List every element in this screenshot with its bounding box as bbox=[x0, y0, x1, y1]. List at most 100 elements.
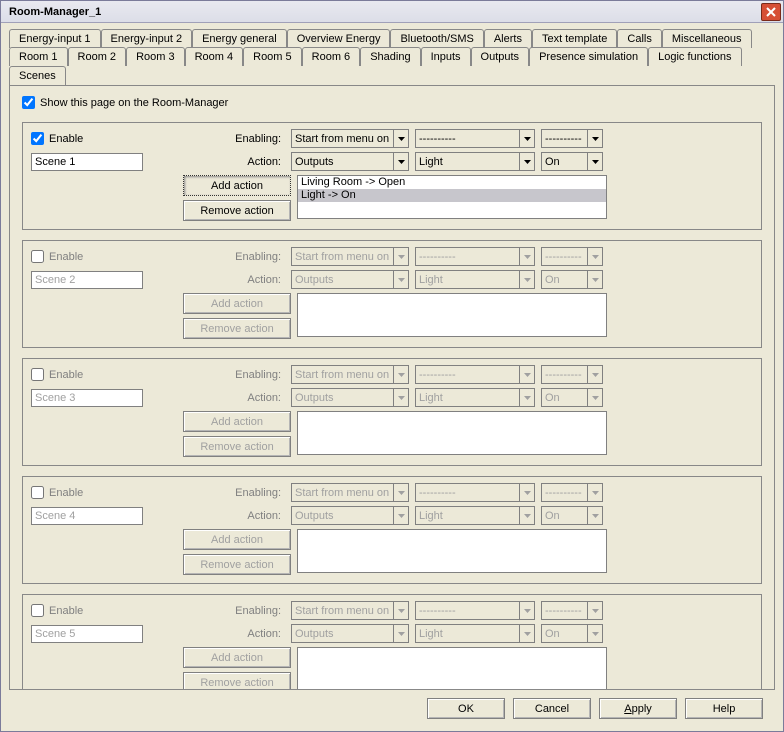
action-label: Action: bbox=[149, 156, 285, 168]
chevron-down-icon bbox=[393, 484, 408, 501]
tab-calls[interactable]: Calls bbox=[617, 29, 661, 48]
add-action-button[interactable]: Add action bbox=[183, 175, 291, 196]
action-list bbox=[297, 647, 607, 690]
action-list-item[interactable]: Light -> On bbox=[298, 189, 606, 202]
close-icon bbox=[766, 7, 776, 17]
cancel-button[interactable]: Cancel bbox=[513, 698, 591, 719]
remove-action-button: Remove action bbox=[183, 436, 291, 457]
chevron-down-icon bbox=[519, 153, 534, 170]
chevron-down-icon bbox=[519, 389, 534, 406]
tab-miscellaneous[interactable]: Miscellaneous bbox=[662, 29, 752, 48]
enabling-label: Enabling: bbox=[155, 487, 285, 499]
tab-bluetooth-sms[interactable]: Bluetooth/SMS bbox=[390, 29, 483, 48]
action-select-3[interactable]: On bbox=[541, 152, 603, 171]
tab-room-6[interactable]: Room 6 bbox=[302, 47, 361, 66]
show-page-checkbox[interactable]: Show this page on the Room-Manager bbox=[22, 96, 228, 109]
action-list[interactable]: Living Room -> OpenLight -> On bbox=[297, 175, 607, 219]
chevron-down-icon bbox=[393, 153, 408, 170]
action-select-1: Outputs bbox=[291, 388, 409, 407]
enabling-select-3: ---------- bbox=[541, 483, 603, 502]
scene-box-5: EnableEnabling:Start from menu on-------… bbox=[22, 594, 762, 690]
scene-enable-checkbox[interactable]: Enable bbox=[31, 132, 149, 145]
enabling-label: Enabling: bbox=[155, 369, 285, 381]
action-select-3: On bbox=[541, 624, 603, 643]
chevron-down-icon bbox=[519, 507, 534, 524]
action-select-1: Outputs bbox=[291, 506, 409, 525]
enabling-label: Enabling: bbox=[155, 251, 285, 263]
chevron-down-icon bbox=[393, 271, 408, 288]
enabling-label: Enabling: bbox=[155, 133, 285, 145]
scene-enable-label: Enable bbox=[49, 251, 83, 263]
scene-enable-label: Enable bbox=[49, 133, 83, 145]
scene-enable-label: Enable bbox=[49, 487, 83, 499]
tab-room-4[interactable]: Room 4 bbox=[185, 47, 244, 66]
tab-presence-simulation[interactable]: Presence simulation bbox=[529, 47, 648, 66]
action-select-2: Light bbox=[415, 270, 535, 289]
chevron-down-icon bbox=[587, 271, 602, 288]
scene-enable-input[interactable] bbox=[31, 250, 44, 263]
scene-enable-input[interactable] bbox=[31, 132, 44, 145]
ok-button[interactable]: OK bbox=[427, 698, 505, 719]
chevron-down-icon bbox=[587, 625, 602, 642]
enabling-select-3[interactable]: ---------- bbox=[541, 129, 603, 148]
apply-button[interactable]: Apply bbox=[599, 698, 677, 719]
chevron-down-icon bbox=[393, 507, 408, 524]
enabling-select-2: ---------- bbox=[415, 483, 535, 502]
scene-enable-checkbox[interactable]: Enable bbox=[31, 486, 149, 499]
tab-room-3[interactable]: Room 3 bbox=[126, 47, 185, 66]
enabling-select-2: ---------- bbox=[415, 601, 535, 620]
window: Room-Manager_1 Energy-input 1Energy-inpu… bbox=[0, 0, 784, 732]
scene-name-input[interactable] bbox=[31, 153, 143, 171]
chevron-down-icon bbox=[587, 389, 602, 406]
chevron-down-icon bbox=[393, 625, 408, 642]
tab-shading[interactable]: Shading bbox=[360, 47, 420, 66]
close-button[interactable] bbox=[761, 3, 781, 21]
show-page-checkbox-input[interactable] bbox=[22, 96, 35, 109]
tab-room-2[interactable]: Room 2 bbox=[68, 47, 127, 66]
enabling-select-1[interactable]: Start from menu on bbox=[291, 129, 409, 148]
dialog-buttons: OK Cancel Apply Help bbox=[9, 690, 775, 729]
action-select-1[interactable]: Outputs bbox=[291, 152, 409, 171]
scene-enable-checkbox[interactable]: Enable bbox=[31, 368, 149, 381]
scene-enable-input[interactable] bbox=[31, 604, 44, 617]
tab-room-5[interactable]: Room 5 bbox=[243, 47, 302, 66]
enabling-select-1: Start from menu on bbox=[291, 483, 409, 502]
chevron-down-icon bbox=[519, 366, 534, 383]
enabling-select-1: Start from menu on bbox=[291, 365, 409, 384]
chevron-down-icon bbox=[587, 484, 602, 501]
tab-inputs[interactable]: Inputs bbox=[421, 47, 471, 66]
tab-text-template[interactable]: Text template bbox=[532, 29, 617, 48]
tab-alerts[interactable]: Alerts bbox=[484, 29, 532, 48]
scene-name-input[interactable] bbox=[31, 625, 143, 643]
tab-outputs[interactable]: Outputs bbox=[471, 47, 530, 66]
scene-name-input[interactable] bbox=[31, 389, 143, 407]
chevron-down-icon bbox=[393, 130, 408, 147]
tab-logic-functions[interactable]: Logic functions bbox=[648, 47, 741, 66]
enabling-select-3: ---------- bbox=[541, 365, 603, 384]
tab-scenes[interactable]: Scenes bbox=[9, 66, 66, 86]
chevron-down-icon bbox=[519, 484, 534, 501]
enabling-select-2[interactable]: ---------- bbox=[415, 129, 535, 148]
scene-enable-input[interactable] bbox=[31, 368, 44, 381]
tab-energy-general[interactable]: Energy general bbox=[192, 29, 287, 48]
chevron-down-icon bbox=[587, 153, 602, 170]
action-select-2[interactable]: Light bbox=[415, 152, 535, 171]
scene-name-input[interactable] bbox=[31, 507, 143, 525]
scene-enable-label: Enable bbox=[49, 605, 83, 617]
chevron-down-icon bbox=[587, 602, 602, 619]
chevron-down-icon bbox=[587, 366, 602, 383]
remove-action-button: Remove action bbox=[183, 554, 291, 575]
help-button[interactable]: Help bbox=[685, 698, 763, 719]
scene-enable-input[interactable] bbox=[31, 486, 44, 499]
chevron-down-icon bbox=[587, 507, 602, 524]
tab-energy-input-2[interactable]: Energy-input 2 bbox=[101, 29, 193, 48]
remove-action-button[interactable]: Remove action bbox=[183, 200, 291, 221]
scene-enable-checkbox[interactable]: Enable bbox=[31, 250, 149, 263]
action-select-2: Light bbox=[415, 388, 535, 407]
tab-overview-energy[interactable]: Overview Energy bbox=[287, 29, 391, 48]
scene-enable-checkbox[interactable]: Enable bbox=[31, 604, 149, 617]
tab-energy-input-1[interactable]: Energy-input 1 bbox=[9, 29, 101, 48]
action-list-item[interactable]: Living Room -> Open bbox=[298, 176, 606, 189]
scene-name-input[interactable] bbox=[31, 271, 143, 289]
tab-room-1[interactable]: Room 1 bbox=[9, 47, 68, 66]
